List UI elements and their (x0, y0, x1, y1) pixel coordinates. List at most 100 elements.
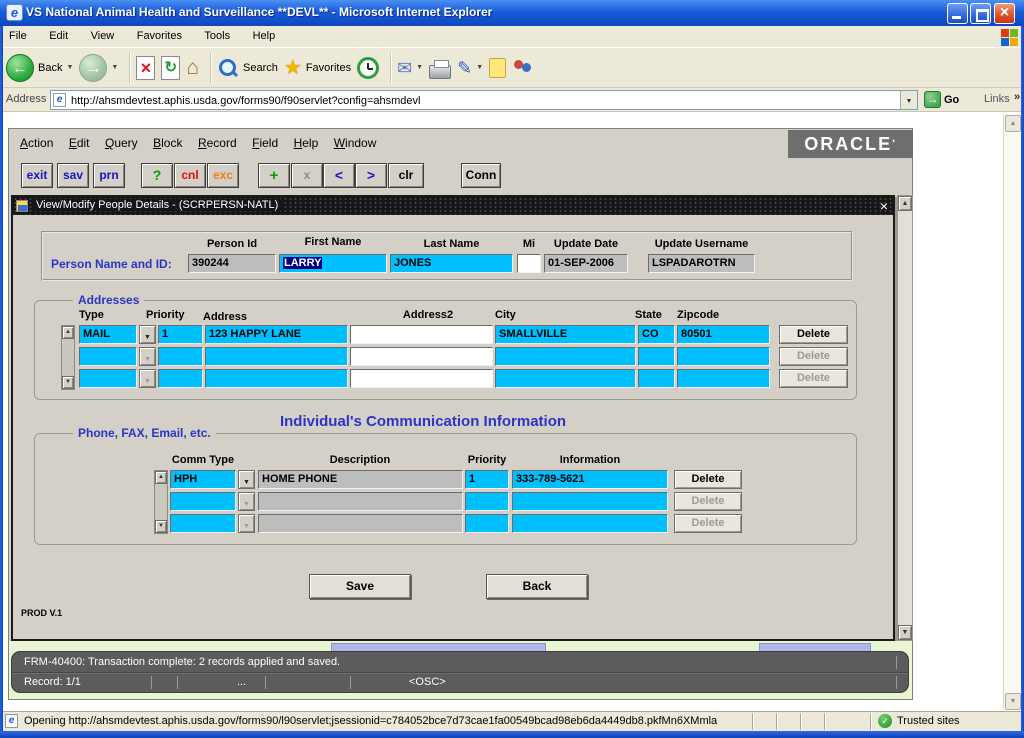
address-field[interactable]: 123 HAPPY LANE (205, 325, 348, 344)
priority-field[interactable] (158, 369, 203, 388)
state-field[interactable] (638, 369, 675, 388)
exit-button[interactable]: exit (21, 163, 53, 188)
go-button[interactable]: Go (924, 91, 959, 108)
forms-menu-edit[interactable]: Edit (69, 136, 90, 150)
forms-menu-help[interactable]: Help (294, 136, 319, 150)
close-button[interactable] (994, 3, 1015, 24)
comm-type-field[interactable] (170, 492, 236, 511)
form-close-icon[interactable] (880, 197, 888, 215)
address2-field[interactable] (350, 369, 493, 388)
zipcode-field[interactable] (677, 369, 770, 388)
menu-favorites[interactable]: Favorites (128, 26, 191, 42)
cancel-toolbar-button[interactable]: cnl (174, 163, 206, 188)
comm-scrollbar[interactable] (154, 470, 168, 534)
scroll-down-icon[interactable] (1005, 693, 1021, 710)
scroll-down-icon[interactable] (62, 376, 74, 389)
zipcode-field[interactable] (677, 347, 770, 366)
zipcode-field[interactable]: 80501 (677, 325, 770, 344)
addresses-scrollbar[interactable] (61, 325, 75, 390)
mail-dropdown-icon[interactable]: ▼ (416, 64, 423, 71)
mail-button[interactable]: ▼ (397, 56, 423, 80)
scroll-down-icon[interactable] (155, 520, 167, 533)
address-field[interactable] (205, 347, 348, 366)
address2-field[interactable] (350, 347, 493, 366)
scroll-up-icon[interactable] (1005, 115, 1021, 132)
menu-tools[interactable]: Tools (195, 26, 239, 42)
comm-type-field[interactable] (170, 514, 236, 533)
menu-file[interactable]: File (0, 26, 36, 42)
type-field[interactable] (79, 369, 137, 388)
address-dropdown-icon[interactable] (900, 91, 917, 109)
scroll-up-icon[interactable] (155, 471, 167, 484)
minimize-button[interactable] (947, 3, 968, 24)
history-button[interactable] (357, 57, 379, 79)
forms-menu-query[interactable]: Query (105, 136, 138, 150)
priority-field[interactable]: 1 (158, 325, 203, 344)
last-name-field[interactable]: JONES (390, 254, 513, 273)
clear-toolbar-button[interactable]: clr (388, 163, 424, 188)
messenger-button[interactable] (512, 57, 534, 79)
address-input[interactable]: http://ahsmdevtest.aphis.usda.gov/forms9… (50, 90, 918, 110)
add-record-button[interactable]: + (258, 163, 290, 188)
city-field[interactable] (495, 369, 636, 388)
stop-button[interactable] (136, 56, 155, 80)
menu-view[interactable]: View (82, 26, 124, 42)
information-field[interactable]: 333-789-5621 (512, 470, 668, 489)
delete-comm-button[interactable]: Delete (674, 470, 742, 489)
mi-field[interactable] (517, 254, 541, 273)
execute-toolbar-button[interactable]: exc (207, 163, 239, 188)
links-chevron-icon[interactable]: » (1014, 91, 1020, 103)
search-button[interactable]: Search (217, 56, 278, 80)
save-toolbar-button[interactable]: sav (57, 163, 89, 188)
next-record-button[interactable]: > (355, 163, 387, 188)
page-scrollbar[interactable] (1003, 114, 1021, 711)
type-dropdown-icon[interactable] (139, 325, 156, 344)
comm-priority-field[interactable] (465, 492, 509, 511)
back-button-form[interactable]: Back (486, 574, 588, 599)
delete-address-button[interactable]: Delete (779, 325, 848, 344)
city-field[interactable]: SMALLVILLE (495, 325, 636, 344)
forms-menu-record[interactable]: Record (198, 136, 237, 150)
favorites-button[interactable]: Favorites (284, 56, 351, 80)
print-button[interactable] (429, 57, 451, 79)
previous-record-button[interactable]: < (323, 163, 355, 188)
forms-menu-field[interactable]: Field (252, 136, 278, 150)
edit-button[interactable]: ▼ (457, 56, 483, 80)
comm-type-field[interactable]: HPH (170, 470, 236, 489)
conn-button[interactable]: Conn (461, 163, 501, 188)
information-field[interactable] (512, 514, 668, 533)
form-scrollbar[interactable] (897, 195, 913, 641)
forms-menu-window[interactable]: Window (334, 136, 377, 150)
information-field[interactable] (512, 492, 668, 511)
type-field[interactable] (79, 347, 137, 366)
state-field[interactable] (638, 347, 675, 366)
home-button[interactable] (186, 56, 199, 80)
comm-priority-field[interactable] (465, 514, 509, 533)
address-field[interactable] (205, 369, 348, 388)
forms-menu-action[interactable]: Action (20, 136, 53, 150)
menu-help[interactable]: Help (244, 26, 285, 42)
menu-edit[interactable]: Edit (40, 26, 77, 42)
back-button[interactable]: ← Back ▼ (6, 54, 73, 82)
comm-priority-field[interactable]: 1 (465, 470, 509, 489)
forms-menu-block[interactable]: Block (153, 136, 182, 150)
priority-field[interactable] (158, 347, 203, 366)
people-details-title-bar[interactable]: View/Modify People Details - (SCRPERSN-N… (13, 197, 893, 215)
city-field[interactable] (495, 347, 636, 366)
comm-type-dropdown-icon[interactable] (238, 470, 255, 489)
edit-dropdown-icon[interactable]: ▼ (476, 64, 483, 71)
save-button[interactable]: Save (309, 574, 411, 599)
address2-field[interactable] (350, 325, 493, 344)
print-toolbar-button[interactable]: prn (93, 163, 125, 188)
help-toolbar-button[interactable]: ? (141, 163, 173, 188)
notes-button[interactable] (489, 58, 506, 78)
type-field[interactable]: MAIL (79, 325, 137, 344)
scroll-down-icon[interactable] (898, 625, 912, 640)
scroll-up-icon[interactable] (898, 196, 912, 211)
first-name-field[interactable]: LARRY (279, 254, 387, 273)
scroll-up-icon[interactable] (62, 326, 74, 339)
state-field[interactable]: CO (638, 325, 675, 344)
refresh-button[interactable] (161, 56, 180, 80)
restore-button[interactable] (970, 3, 991, 24)
back-dropdown-icon[interactable]: ▼ (66, 64, 73, 71)
